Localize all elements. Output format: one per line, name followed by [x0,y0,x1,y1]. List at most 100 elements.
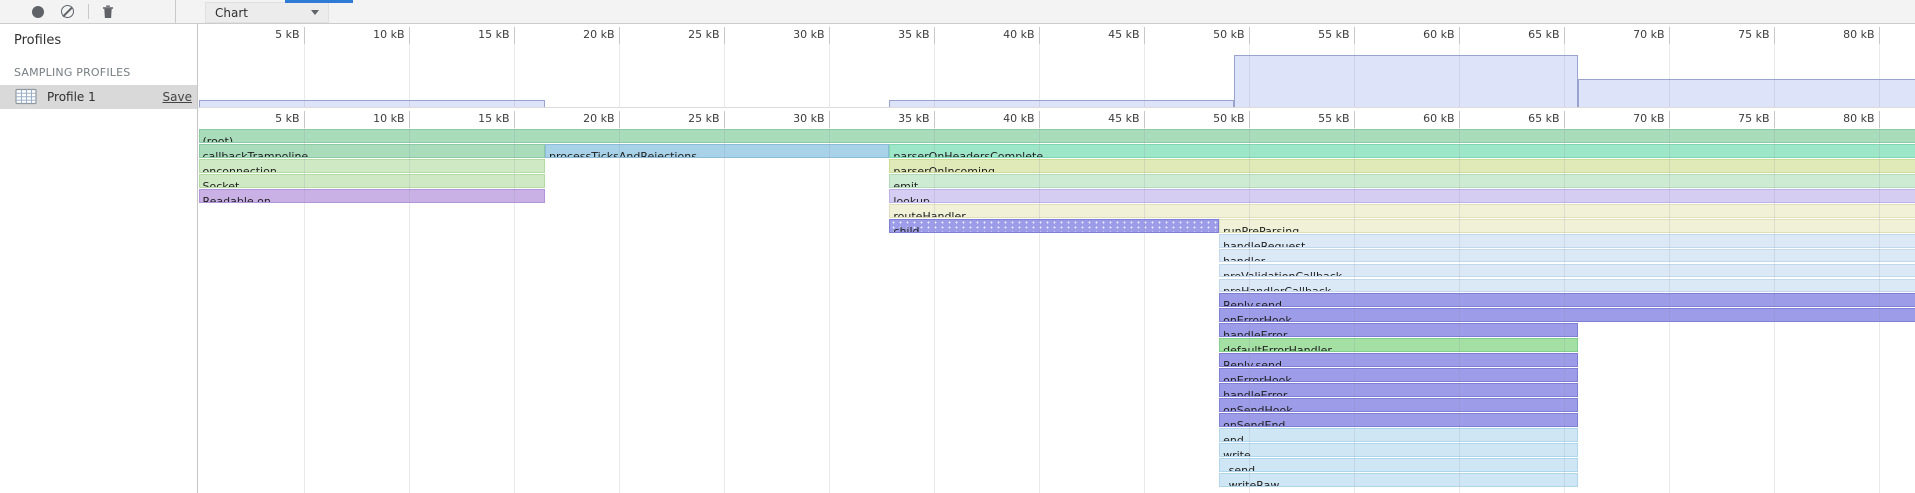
ruler-tick-label: 35 kB [870,112,930,125]
flame-bar[interactable]: runPreParsing [1219,219,1915,233]
flame-bar-label: onconnection [203,165,277,173]
ruler-tick [1459,27,1460,44]
ruler-tick [514,111,515,128]
ruler-tick [1039,27,1040,44]
flame-bar-label: handleError [1223,329,1287,337]
flame-chart-pane: 5 kB10 kB15 kB20 kB25 kB30 kB35 kB40 kB4… [198,24,1915,493]
ruler-tick-label: 80 kB [1815,112,1875,125]
flame-bar[interactable]: Readable.on [199,189,546,203]
flame-bar[interactable]: emit [889,174,1915,188]
chart-view-select[interactable]: Chart [205,2,329,23]
delete-profile-button[interactable] [97,0,119,23]
flame-bar[interactable]: onSendHook [1219,398,1578,412]
ruler-tick [1249,27,1250,44]
ruler-tick [1354,111,1355,128]
ruler-tick-label: 40 kB [975,28,1035,41]
flame-bar-label: preValidationCallback [1223,270,1342,278]
flame-bar[interactable]: (root) [199,129,1915,143]
ruler-tick [829,27,830,44]
flame-bar-label: runPreParsing [1223,225,1299,233]
ruler-tick-label: 50 kB [1185,28,1245,41]
flame-bar[interactable]: Reply.send [1219,353,1578,367]
clear-all-button[interactable] [56,0,78,23]
flame-bar[interactable]: Reply.send [1219,293,1915,307]
memory-overview-area[interactable] [198,44,1915,107]
flame-bar-label: Readable.on [203,195,271,203]
flame-bar[interactable]: onSendEnd [1219,413,1578,427]
flame-bar-label: handler [1223,255,1265,263]
flame-bar-label: lookup [893,195,930,203]
ruler-tick-label: 30 kB [765,112,825,125]
flame-bar-label: parserOnIncoming [893,165,995,173]
flame-bar[interactable]: _send [1219,458,1578,472]
overview-ruler[interactable]: 5 kB10 kB15 kB20 kB25 kB30 kB35 kB40 kB4… [198,24,1915,44]
flame-bar[interactable]: defaultErrorHandler [1219,338,1578,352]
flame-bar[interactable]: callbackTrampoline [199,144,546,158]
flame-bar[interactable]: handler [1219,249,1915,263]
flame-bar[interactable]: _writeRaw [1219,473,1578,487]
ruler-tick [304,111,305,128]
flame-bar-label: routeHandler [893,210,965,218]
flame-chart[interactable]: (root)callbackTrampolineprocessTicksAndR… [198,128,1915,493]
trash-icon [102,5,114,19]
flame-bar-label: handleRequest [1223,240,1305,248]
flame-bar[interactable]: preValidationCallback [1219,264,1915,278]
flame-bar[interactable]: lookup [889,189,1915,203]
flame-bar[interactable]: onErrorHook [1219,308,1915,322]
flame-bar[interactable]: processTicksAndRejections [545,144,889,158]
ruler-tick-label: 80 kB [1815,28,1875,41]
ruler-tick [1354,27,1355,44]
flame-ruler[interactable]: 5 kB10 kB15 kB20 kB25 kB30 kB35 kB40 kB4… [198,107,1915,128]
ruler-tick [1669,111,1670,128]
profile-name: Profile 1 [47,90,96,104]
chevron-down-icon [311,10,319,15]
ruler-tick-label: 35 kB [870,28,930,41]
flame-bar[interactable]: parserOnHeadersComplete [889,144,1915,158]
flame-bar[interactable]: child [889,219,1219,233]
ruler-tick [409,111,410,128]
flame-bar[interactable]: routeHandler [889,204,1915,218]
flame-bar-label: parserOnHeadersComplete [893,150,1043,158]
flame-bar-label: _writeRaw [1223,479,1279,487]
ruler-tick [304,27,305,44]
flame-bar[interactable]: write_ [1219,443,1578,457]
sidebar-item-profile-1[interactable]: Profile 1 Save [0,85,197,109]
ruler-tick-label: 15 kB [450,28,510,41]
flame-bar[interactable]: end [1219,428,1578,442]
ruler-tick-label: 40 kB [975,112,1035,125]
record-button[interactable] [27,0,49,23]
ruler-tick [409,27,410,44]
flame-bar[interactable]: parserOnIncoming [889,159,1915,173]
flame-bar[interactable]: handleRequest [1219,234,1915,248]
flame-bar-label: end [1223,434,1244,442]
ruler-tick-label: 55 kB [1290,28,1350,41]
ruler-tick [1564,111,1565,128]
ruler-tick [934,27,935,44]
record-icon [32,6,44,18]
active-tab-underline [285,0,353,3]
flame-bar[interactable]: onErrorHook [1219,368,1578,382]
flame-bar-label: onErrorHook [1223,314,1292,322]
flame-bar[interactable]: handleError [1219,323,1578,337]
flame-bar-label: preHandlerCallback [1223,285,1331,293]
ruler-tick-label: 20 kB [555,28,615,41]
flame-bar-label: onSendEnd [1223,419,1285,427]
ruler-tick [514,27,515,44]
flame-bar[interactable]: preHandlerCallback [1219,279,1915,293]
flame-bar-label: (root) [203,135,234,143]
flame-bar[interactable]: onconnection [199,159,546,173]
ruler-tick-label: 10 kB [345,28,405,41]
clear-icon [61,5,74,18]
flame-bar[interactable]: handleError [1219,383,1578,397]
sidebar-title: Profiles [14,33,61,48]
ruler-tick-label: 70 kB [1605,112,1665,125]
flame-bar-label: child [893,225,919,233]
save-profile-link[interactable]: Save [163,90,192,104]
ruler-tick [1144,27,1145,44]
ruler-tick [1564,27,1565,44]
flame-bar[interactable]: Socket [199,174,546,188]
flame-bar-label: emit [893,180,918,188]
ruler-tick-label: 65 kB [1500,28,1560,41]
ruler-tick [1774,27,1775,44]
profiles-sidebar: Profiles SAMPLING PROFILES Profile 1 Sav… [0,24,197,493]
